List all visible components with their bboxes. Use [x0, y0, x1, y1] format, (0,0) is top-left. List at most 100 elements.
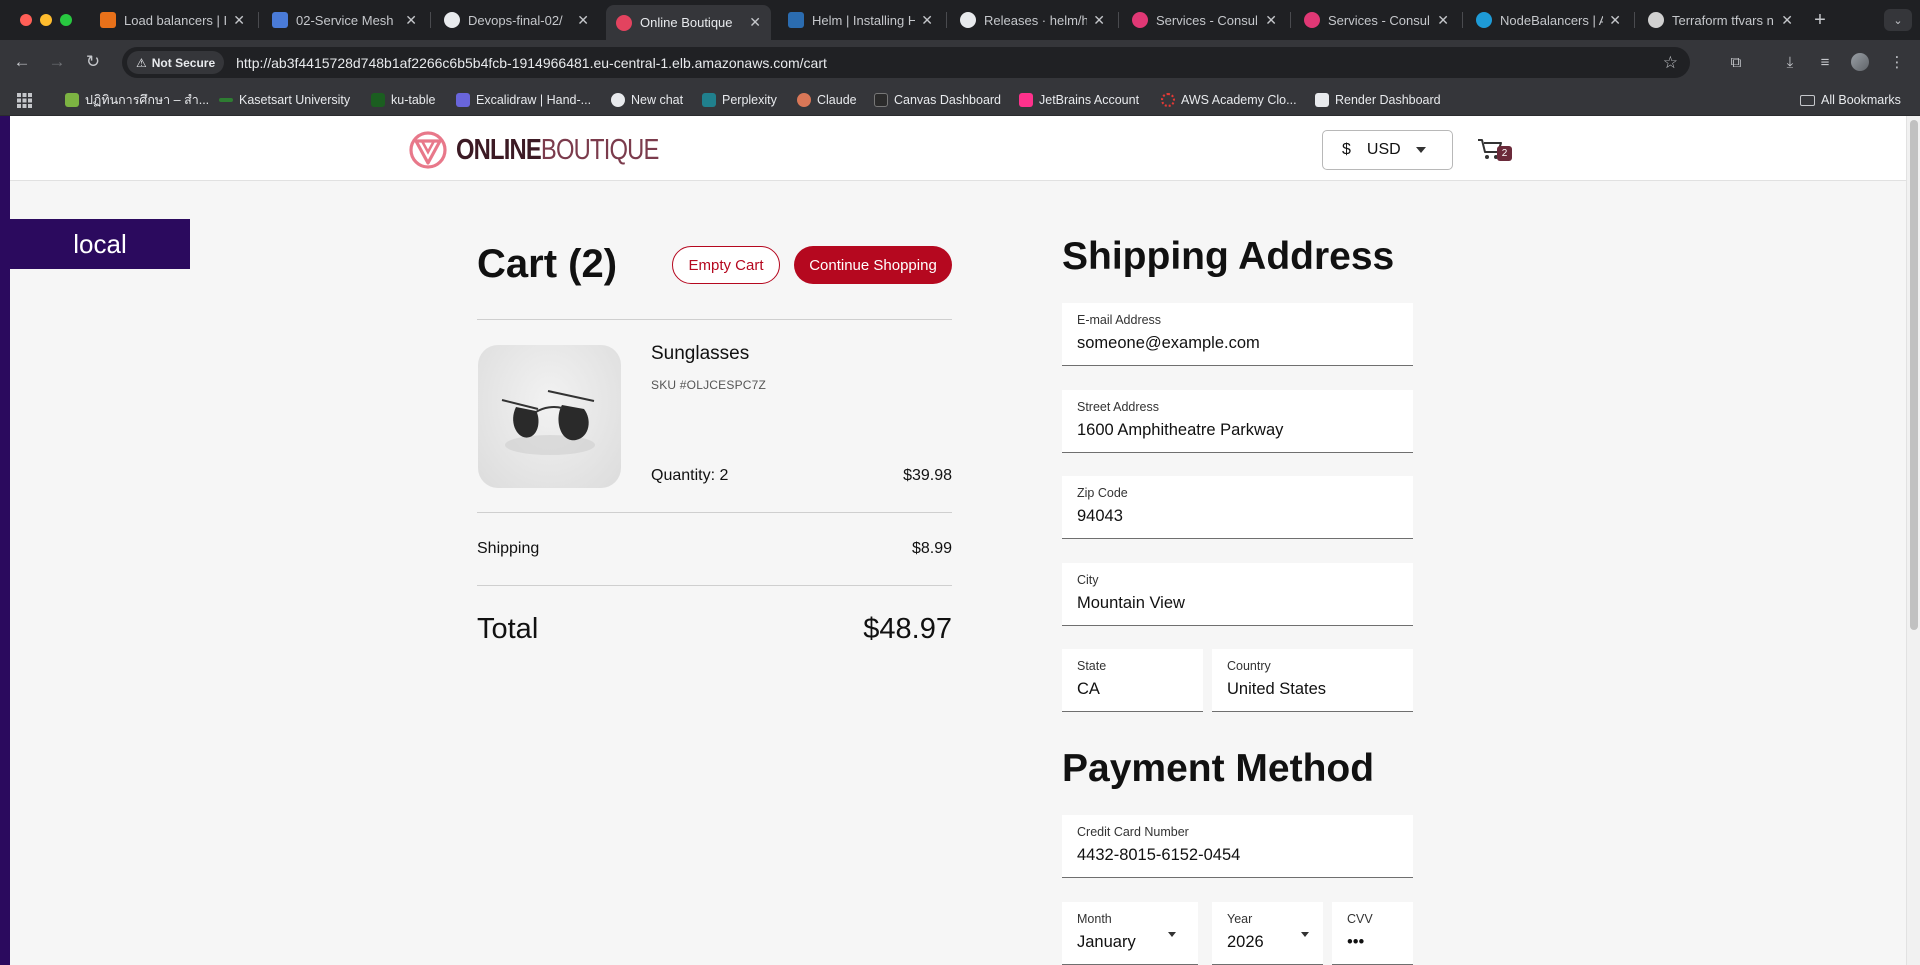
currency-selector[interactable]: $ USD [1322, 130, 1453, 170]
tab-favicon-icon [100, 12, 116, 28]
credit-card-number-field[interactable]: Credit Card Number 4432-8015-6152-0454 [1062, 815, 1413, 878]
maximize-window-button[interactable] [60, 14, 72, 26]
tab-title: 02-Service Mesh [296, 12, 394, 28]
email-field[interactable]: E-mail Address someone@example.com [1062, 303, 1413, 366]
bookmark-item[interactable]: ku-table [371, 90, 435, 110]
tab-close-icon[interactable]: ✕ [749, 14, 761, 31]
year-value: 2026 [1227, 933, 1264, 951]
tab-search-chevron-icon[interactable]: ⌄ [1884, 9, 1912, 31]
month-value: January [1077, 933, 1136, 951]
media-controls-icon[interactable]: ≡ [1814, 51, 1836, 73]
bookmark-item[interactable]: JetBrains Account [1019, 90, 1139, 110]
continue-shopping-button[interactable]: Continue Shopping [794, 246, 952, 284]
browser-tab[interactable]: NodeBalancers | A ✕ [1466, 5, 1631, 35]
cart-title: Cart (2) [477, 242, 618, 286]
bookmark-item[interactable]: Kasetsart University [219, 90, 350, 110]
browser-tab-active[interactable]: Online Boutique ✕ [606, 5, 771, 40]
bookmark-item[interactable]: AWS Academy Clo... [1161, 90, 1297, 110]
empty-cart-button[interactable]: Empty Cart [672, 246, 780, 284]
page-scrollbar[interactable] [1906, 116, 1920, 965]
bookmark-favicon-icon [874, 93, 888, 107]
tab-favicon-icon [1648, 12, 1664, 28]
apps-grid-icon[interactable] [17, 90, 32, 110]
address-bar[interactable]: ⚠ Not Secure http://ab3f4415728d748b1af2… [122, 47, 1690, 78]
payment-method-heading: Payment Method [1062, 747, 1375, 790]
back-arrow-icon[interactable]: ← [9, 50, 35, 74]
browser-tab[interactable]: Helm | Installing H ✕ [778, 5, 943, 35]
url-text[interactable]: http://ab3f4415728d748b1af2266c6b5b4fcb-… [236, 55, 827, 71]
environment-badge: local [10, 219, 190, 269]
tab-close-icon[interactable]: ✕ [577, 12, 589, 29]
city-field[interactable]: City Mountain View [1062, 563, 1413, 626]
browser-tab[interactable]: Load balancers | I ✕ [90, 5, 255, 35]
close-window-button[interactable] [20, 14, 32, 26]
bookmark-item[interactable]: Render Dashboard [1315, 90, 1441, 110]
bookmark-favicon-icon [1315, 93, 1329, 107]
browser-tab[interactable]: Devops-final-02/ ✕ [434, 5, 599, 35]
currency-symbol: $ [1342, 141, 1351, 158]
state-field[interactable]: State CA [1062, 649, 1203, 712]
browser-tab[interactable]: Terraform tfvars n ✕ [1638, 5, 1803, 35]
expiry-month-select[interactable]: Month January [1062, 902, 1198, 965]
tab-close-icon[interactable]: ✕ [1781, 12, 1793, 29]
tab-title: Helm | Installing H [812, 12, 916, 28]
divider [477, 319, 952, 320]
cvv-label: CVV [1347, 912, 1373, 926]
dropdown-caret-icon [1416, 147, 1426, 153]
tab-favicon-icon [272, 12, 288, 28]
cvv-field[interactable]: CVV ••• [1332, 902, 1413, 965]
download-icon[interactable]: ⤓ [1779, 51, 1801, 73]
tab-close-icon[interactable]: ✕ [233, 12, 245, 29]
street-address-field[interactable]: Street Address 1600 Amphitheatre Parkway [1062, 390, 1413, 453]
bookmark-label: ปฏิทินการศึกษา – สำ... [85, 93, 210, 107]
divider [477, 512, 952, 513]
city-label: City [1077, 573, 1099, 587]
all-bookmarks-button[interactable]: All Bookmarks [1800, 90, 1901, 110]
logo-wordmark-light: BOUTIQUE [540, 133, 659, 166]
browser-tab[interactable]: 02-Service Mesh ✕ [262, 5, 427, 35]
zip-code-field[interactable]: Zip Code 94043 [1062, 476, 1413, 539]
bookmark-item[interactable]: New chat [611, 90, 683, 110]
browser-tab-strip: Load balancers | I ✕ 02-Service Mesh ✕ D… [0, 0, 1920, 40]
site-logo[interactable]: ONLINEBOUTIQUE [408, 130, 703, 170]
sunglasses-product-image[interactable] [478, 345, 621, 488]
tab-close-icon[interactable]: ✕ [1437, 12, 1449, 29]
tab-close-icon[interactable]: ✕ [1093, 12, 1105, 29]
new-tab-button[interactable]: + [1806, 6, 1834, 34]
bookmark-item[interactable]: ปฏิทินการศึกษา – สำ... [65, 90, 209, 110]
browser-menu-icon[interactable]: ⋮ [1886, 51, 1908, 73]
product-name[interactable]: Sunglasses [651, 343, 749, 365]
cvv-value: ••• [1347, 933, 1365, 951]
bookmark-item[interactable]: Canvas Dashboard [874, 90, 1001, 110]
state-value: CA [1077, 680, 1100, 698]
country-field[interactable]: Country United States [1212, 649, 1413, 712]
bookmark-item[interactable]: Claude [797, 90, 857, 110]
web-page: ONLINEBOUTIQUE $ USD 2 local Cart (2) Em… [0, 116, 1920, 965]
scrollbar-thumb[interactable] [1910, 120, 1918, 630]
browser-tab[interactable]: Services - Consul ✕ [1122, 5, 1287, 35]
country-value: United States [1227, 680, 1327, 698]
minimize-window-button[interactable] [40, 14, 52, 26]
product-price: $39.98 [903, 467, 952, 484]
browser-tab[interactable]: Releases · helm/h ✕ [950, 5, 1115, 35]
extensions-icon[interactable]: ⧉ [1725, 51, 1747, 73]
sunglasses-icon [501, 390, 595, 455]
site-info-chip[interactable]: ⚠ Not Secure [127, 51, 225, 74]
shipping-address-heading: Shipping Address [1062, 235, 1395, 278]
expiry-year-select[interactable]: Year 2026 [1212, 902, 1323, 965]
browser-tab[interactable]: Services - Consul ✕ [1294, 5, 1459, 35]
tab-title: Terraform tfvars n [1672, 12, 1774, 28]
tab-close-icon[interactable]: ✕ [1609, 12, 1621, 29]
forward-arrow-icon[interactable]: → [44, 50, 70, 74]
tab-close-icon[interactable]: ✕ [1265, 12, 1277, 29]
bookmark-star-icon[interactable]: ☆ [1663, 53, 1678, 73]
profile-avatar[interactable] [1851, 53, 1869, 71]
bookmark-item[interactable]: Perplexity [702, 90, 777, 110]
tab-favicon-icon [1476, 12, 1492, 28]
tab-title: Devops-final-02/ [468, 12, 563, 28]
tab-close-icon[interactable]: ✕ [921, 12, 933, 29]
tab-title: NodeBalancers | A [1500, 12, 1604, 28]
reload-icon[interactable]: ↻ [80, 50, 106, 74]
tab-close-icon[interactable]: ✕ [405, 12, 417, 29]
bookmark-item[interactable]: Excalidraw | Hand-... [456, 90, 591, 110]
